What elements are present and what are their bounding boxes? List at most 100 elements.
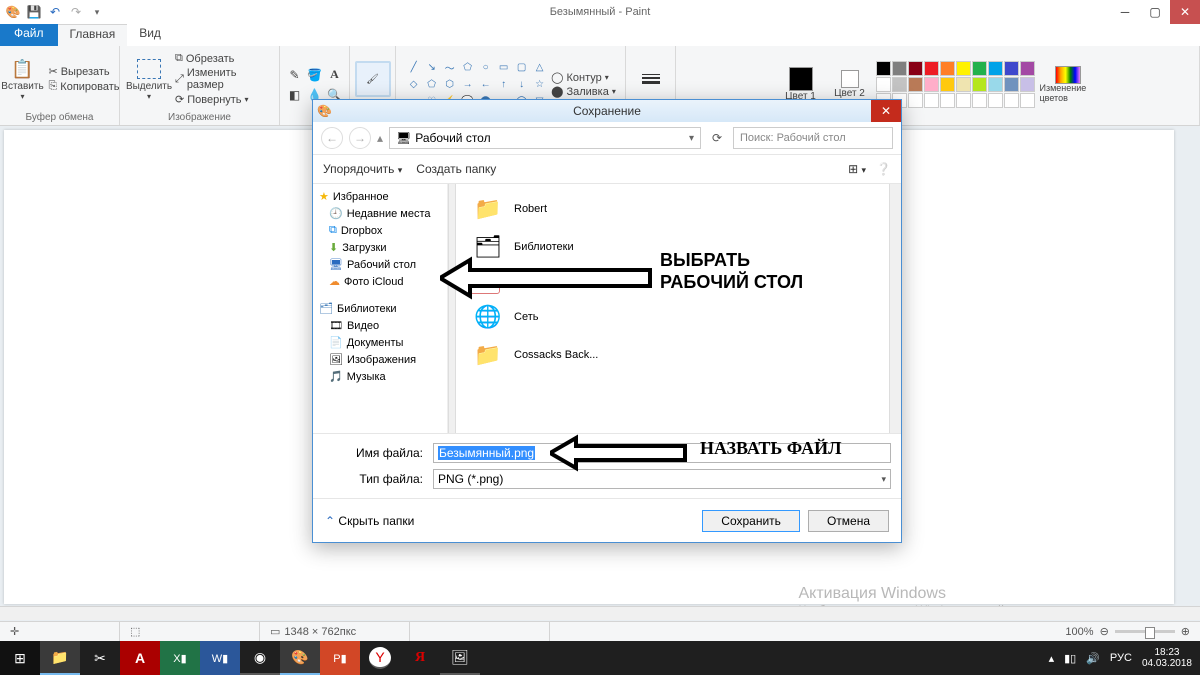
refresh-button[interactable]: ⟳ xyxy=(707,131,727,145)
tree-video[interactable]: 🎞Видео xyxy=(313,317,447,334)
palette-swatch[interactable] xyxy=(1020,61,1035,76)
taskbar-explorer[interactable]: 📁 xyxy=(40,641,80,675)
palette-swatch[interactable] xyxy=(972,77,987,92)
palette-swatch[interactable] xyxy=(988,77,1003,92)
eraser-tool[interactable]: ◧ xyxy=(286,86,304,104)
paste-button[interactable]: 📋 Вставить ▾ xyxy=(0,55,45,103)
list-item[interactable]: 🌐Сеть xyxy=(466,298,891,336)
files-scrollbar[interactable] xyxy=(889,184,901,433)
palette-swatch[interactable] xyxy=(1020,77,1035,92)
palette-swatch[interactable] xyxy=(972,61,987,76)
zoom-slider[interactable] xyxy=(1115,630,1175,633)
tray-lang[interactable]: РУС xyxy=(1110,652,1132,664)
tree-desktop[interactable]: 🖥Рабочий стол xyxy=(313,256,447,273)
outline-button[interactable]: ◯Контур▾ xyxy=(551,71,616,84)
taskbar-yandex2[interactable]: Я xyxy=(400,641,440,675)
filetype-select[interactable]: PNG (*.png)▾ xyxy=(433,469,891,489)
qat-dropdown-icon[interactable]: ▾ xyxy=(88,3,106,21)
filename-input[interactable]: Безымянный.png xyxy=(433,443,891,463)
tab-home[interactable]: Главная xyxy=(58,24,128,46)
start-button[interactable]: ⊞ xyxy=(0,641,40,675)
tray-up-icon[interactable]: ▴ xyxy=(1049,652,1055,665)
chevron-down-icon[interactable]: ▾ xyxy=(689,133,694,144)
tree-downloads[interactable]: ⬇Загрузки xyxy=(313,239,447,256)
palette-swatch[interactable] xyxy=(924,61,939,76)
tray-clock[interactable]: 18:23 04.03.2018 xyxy=(1142,647,1192,669)
horizontal-scrollbar[interactable] xyxy=(0,606,1200,620)
palette-swatch[interactable] xyxy=(940,61,955,76)
fill-button[interactable]: ⬤Заливка▾ xyxy=(551,85,616,98)
list-item[interactable]: 📁Robert xyxy=(466,190,891,228)
list-item[interactable]: 📁Cossacks Back... xyxy=(466,336,891,374)
tray-network-icon[interactable]: ▮▯ xyxy=(1064,652,1076,665)
tree-favorites[interactable]: ★Избранное xyxy=(313,188,447,205)
taskbar-excel[interactable]: X▮ xyxy=(160,641,200,675)
view-options-button[interactable]: ⊞ ▾ xyxy=(848,162,866,176)
copy-button[interactable]: ⎘Копировать xyxy=(48,80,119,93)
palette-swatch[interactable] xyxy=(924,93,939,108)
nav-up-icon[interactable]: ▴ xyxy=(377,131,383,145)
cut-button[interactable]: ✂Вырезать xyxy=(48,65,119,78)
zoom-in-button[interactable]: ⊕ xyxy=(1181,625,1190,638)
maximize-button[interactable]: ▢ xyxy=(1140,0,1170,24)
tab-view[interactable]: Вид xyxy=(127,24,173,46)
close-button[interactable]: ✕ xyxy=(1170,0,1200,24)
taskbar-chrome[interactable]: ◉ xyxy=(240,641,280,675)
palette-swatch[interactable] xyxy=(1004,61,1019,76)
nav-forward-button[interactable]: → xyxy=(349,127,371,149)
taskbar-photos[interactable]: 🖼 xyxy=(440,641,480,675)
help-button[interactable]: ❔ xyxy=(876,162,891,176)
bucket-tool[interactable]: 🪣 xyxy=(306,66,324,84)
palette-swatch[interactable] xyxy=(940,77,955,92)
tree-recent[interactable]: 🕘Недавние места xyxy=(313,205,447,222)
tree-libraries[interactable]: 🗂Библиотеки xyxy=(313,300,447,317)
palette-swatch[interactable] xyxy=(1004,93,1019,108)
palette-swatch[interactable] xyxy=(876,61,891,76)
edit-colors-button[interactable]: Изменение цветов xyxy=(1038,64,1098,106)
palette-swatch[interactable] xyxy=(908,93,923,108)
palette-swatch[interactable] xyxy=(956,61,971,76)
palette-swatch[interactable] xyxy=(988,61,1003,76)
taskbar-word[interactable]: W▮ xyxy=(200,641,240,675)
size-button[interactable] xyxy=(628,63,674,95)
palette-swatch[interactable] xyxy=(892,77,907,92)
tree-icloud[interactable]: ☁Фото iCloud xyxy=(313,273,447,290)
palette-swatch[interactable] xyxy=(892,61,907,76)
select-button[interactable]: Выделить ▾ xyxy=(126,55,172,103)
palette-swatch[interactable] xyxy=(988,93,1003,108)
palette-swatch[interactable] xyxy=(908,61,923,76)
taskbar-powerpoint[interactable]: P▮ xyxy=(320,641,360,675)
palette-swatch[interactable] xyxy=(956,93,971,108)
list-item[interactable]: 🗂Библиотеки xyxy=(466,228,891,266)
text-tool[interactable]: A xyxy=(326,66,344,84)
taskbar-paint[interactable]: 🎨 xyxy=(280,641,320,675)
palette-swatch[interactable] xyxy=(972,93,987,108)
dialog-close-button[interactable]: ✕ xyxy=(871,100,901,122)
search-input[interactable]: Поиск: Рабочий стол xyxy=(733,127,893,149)
pencil-tool[interactable]: ✎ xyxy=(286,66,304,84)
new-folder-button[interactable]: Создать папку xyxy=(416,162,496,176)
palette-swatch[interactable] xyxy=(908,77,923,92)
resize-button[interactable]: ⤢Изменить размер xyxy=(175,67,273,91)
tray-volume-icon[interactable]: 🔊 xyxy=(1086,652,1100,665)
taskbar-yandex[interactable]: Y xyxy=(369,647,391,669)
palette-swatch[interactable] xyxy=(924,77,939,92)
tree-images[interactable]: 🖼Изображения xyxy=(313,351,447,368)
organize-button[interactable]: Упорядочить ▾ xyxy=(323,162,402,176)
palette-swatch[interactable] xyxy=(1020,93,1035,108)
list-item[interactable] xyxy=(466,266,891,298)
qat-undo-icon[interactable]: ↶ xyxy=(46,3,64,21)
rotate-button[interactable]: ⟳Повернуть ▾ xyxy=(175,93,273,106)
taskbar-snipping[interactable]: ✂ xyxy=(80,641,120,675)
tree-scrollbar[interactable] xyxy=(448,184,456,433)
color2-button[interactable]: Цвет 2 xyxy=(827,68,873,101)
address-bar[interactable]: 🖥 Рабочий стол ▾ xyxy=(389,127,701,149)
palette-swatch[interactable] xyxy=(1004,77,1019,92)
minimize-button[interactable]: ─ xyxy=(1110,0,1140,24)
crop-button[interactable]: ⧉Обрезать xyxy=(175,52,273,65)
tree-music[interactable]: 🎵Музыка xyxy=(313,368,447,385)
zoom-out-button[interactable]: ⊖ xyxy=(1100,625,1109,638)
palette-swatch[interactable] xyxy=(940,93,955,108)
qat-redo-icon[interactable]: ↷ xyxy=(67,3,85,21)
nav-back-button[interactable]: ← xyxy=(321,127,343,149)
